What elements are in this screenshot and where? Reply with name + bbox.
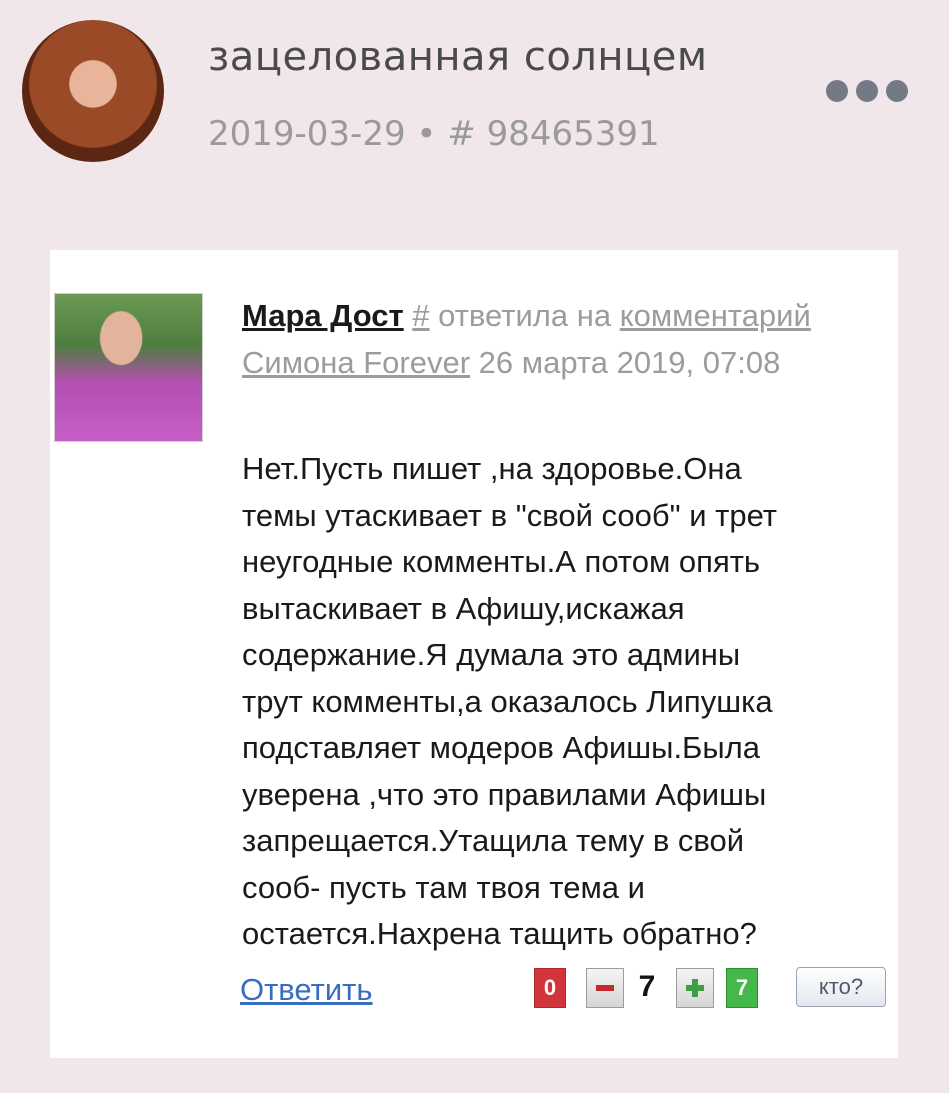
post-date: 2019-03-29 (208, 114, 406, 154)
meta-separator: • (416, 114, 437, 154)
replied-user-link[interactable]: Симона Forever (242, 345, 470, 380)
downvote-button[interactable] (586, 968, 624, 1008)
plus-icon (686, 979, 704, 997)
post-header: зацелованная солнцем 2019-03-29 • # 9846… (0, 0, 949, 200)
upvote-button[interactable] (676, 968, 714, 1008)
positive-votes-badge: 7 (726, 968, 758, 1008)
comment-header: Мара Дост # ответила на комментарий Симо… (242, 292, 842, 386)
post-author-name[interactable]: зацелованная солнцем (208, 34, 708, 80)
who-voted-button[interactable]: кто? (796, 967, 886, 1007)
comment-body: Нет.Пусть пишет ,на здоровье.Она темы ут… (242, 451, 778, 951)
commenter-avatar[interactable] (54, 293, 203, 442)
comment-screenshot-card: Мара Дост # ответила на комментарий Симо… (50, 250, 898, 1058)
reply-action-text: ответила на (438, 298, 612, 333)
commenter-name[interactable]: Мара Дост (242, 298, 404, 333)
more-options-icon[interactable] (826, 80, 910, 106)
post-id: # 98465391 (447, 114, 660, 154)
reply-link[interactable]: Ответить (240, 972, 373, 1008)
post-meta: 2019-03-29 • # 98465391 (208, 114, 660, 154)
vote-score: 7 (638, 970, 656, 1003)
comment-datetime: 26 марта 2019, 07:08 (478, 345, 781, 380)
negative-votes-badge: 0 (534, 968, 566, 1008)
comment-link[interactable]: комментарий (620, 298, 811, 333)
author-avatar[interactable] (22, 20, 164, 162)
comment-hash-link[interactable]: # (412, 298, 429, 333)
